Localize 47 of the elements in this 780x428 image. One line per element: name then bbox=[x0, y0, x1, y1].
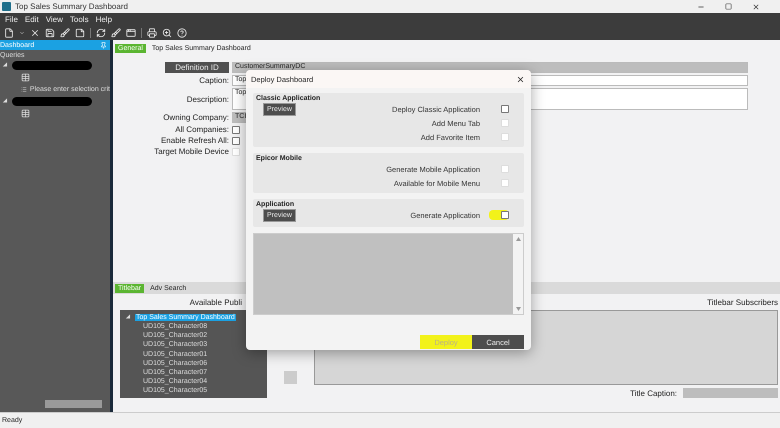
note-icon[interactable] bbox=[75, 28, 85, 38]
input-field[interactable] bbox=[683, 388, 778, 398]
menu-item[interactable]: Help bbox=[96, 14, 112, 24]
checkbox[interactable] bbox=[232, 136, 240, 144]
column-heading: Titlebar Subscribers bbox=[707, 298, 778, 307]
printer-icon[interactable] bbox=[147, 28, 157, 38]
form-icon[interactable] bbox=[126, 28, 136, 38]
field-label: Target Mobile Device bbox=[154, 147, 229, 156]
close-icon[interactable] bbox=[516, 74, 525, 84]
scrollbar-thumb[interactable] bbox=[45, 400, 102, 408]
new-file-icon[interactable] bbox=[4, 28, 14, 38]
maximize-icon[interactable] bbox=[725, 2, 732, 10]
app-logo-icon bbox=[2, 2, 11, 11]
zoom-icon[interactable] bbox=[162, 28, 172, 38]
column-heading: Available Publi bbox=[190, 298, 242, 307]
save-icon[interactable] bbox=[45, 28, 55, 38]
pin-icon[interactable] bbox=[100, 42, 107, 48]
brush-icon[interactable] bbox=[111, 28, 121, 38]
delete-icon[interactable] bbox=[30, 28, 40, 38]
checkbox[interactable] bbox=[501, 211, 509, 219]
field-label: Owning Company: bbox=[163, 113, 229, 122]
window-title: Top Sales Summary Dashboard bbox=[15, 2, 129, 11]
field-label: Definition ID bbox=[165, 62, 229, 73]
checkbox[interactable] bbox=[501, 105, 509, 113]
menu-item[interactable]: File bbox=[5, 14, 18, 24]
menu-item[interactable]: Tools bbox=[70, 14, 89, 24]
expand-icon[interactable] bbox=[2, 62, 10, 68]
menu-item[interactable]: Edit bbox=[24, 14, 39, 24]
scroll-up-icon[interactable] bbox=[516, 237, 520, 241]
checkbox[interactable] bbox=[232, 126, 240, 134]
table-icon bbox=[21, 72, 30, 82]
refresh-icon[interactable] bbox=[96, 28, 106, 38]
close-icon[interactable] bbox=[752, 2, 760, 10]
brush-icon[interactable] bbox=[60, 28, 70, 38]
field-label: Description: bbox=[186, 94, 229, 104]
menu-item[interactable]: View bbox=[46, 14, 63, 24]
list-icon bbox=[21, 84, 27, 94]
table-icon bbox=[21, 108, 30, 118]
dropdown-icon[interactable] bbox=[19, 30, 25, 36]
field-label: Caption: bbox=[199, 76, 229, 85]
field-label: All Companies: bbox=[175, 125, 229, 134]
expand-icon[interactable] bbox=[2, 98, 10, 104]
field-label: Title Caption: bbox=[630, 388, 677, 398]
expand-icon[interactable] bbox=[126, 314, 132, 320]
help-icon[interactable] bbox=[177, 28, 187, 38]
field-label: Enable Refresh All: bbox=[160, 136, 229, 145]
scrollbar[interactable] bbox=[513, 234, 523, 314]
